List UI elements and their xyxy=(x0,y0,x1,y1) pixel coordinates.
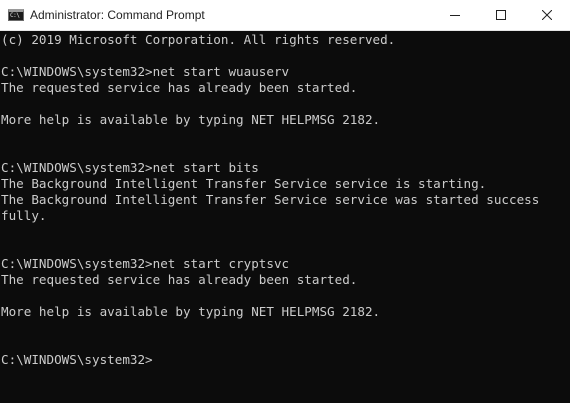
console-line: More help is available by typing NET HEL… xyxy=(1,304,381,319)
console-line: More help is available by typing NET HEL… xyxy=(1,112,381,127)
minimize-icon xyxy=(450,15,460,16)
minimize-button[interactable] xyxy=(432,0,478,30)
window-title: Administrator: Command Prompt xyxy=(30,8,205,22)
console-line: The Background Intelligent Transfer Serv… xyxy=(1,192,540,207)
console-output[interactable]: (c) 2019 Microsoft Corporation. All righ… xyxy=(0,31,570,403)
console-line: The requested service has already been s… xyxy=(1,80,358,95)
console-line: The requested service has already been s… xyxy=(1,272,358,287)
close-icon xyxy=(542,10,552,20)
maximize-button[interactable] xyxy=(478,0,524,30)
console-line: C:\WINDOWS\system32>net start bits xyxy=(1,160,259,175)
command-prompt-window: C:\ Administrator: Command Prompt (c) 20… xyxy=(0,0,570,403)
console-line: (c) 2019 Microsoft Corporation. All righ… xyxy=(1,32,396,47)
close-button[interactable] xyxy=(524,0,570,30)
command-prompt-icon-label: C:\ xyxy=(10,12,20,19)
console-line: fully. xyxy=(1,208,47,223)
console-line: C:\WINDOWS\system32>net start cryptsvc xyxy=(1,256,290,271)
console-line: C:\WINDOWS\system32> xyxy=(1,352,153,367)
maximize-icon xyxy=(496,10,506,20)
console-line: The Background Intelligent Transfer Serv… xyxy=(1,176,487,191)
console-line: C:\WINDOWS\system32>net start wuauserv xyxy=(1,64,290,79)
title-bar[interactable]: C:\ Administrator: Command Prompt xyxy=(0,0,570,31)
command-prompt-icon[interactable]: C:\ xyxy=(8,9,24,21)
window-controls xyxy=(432,0,570,30)
